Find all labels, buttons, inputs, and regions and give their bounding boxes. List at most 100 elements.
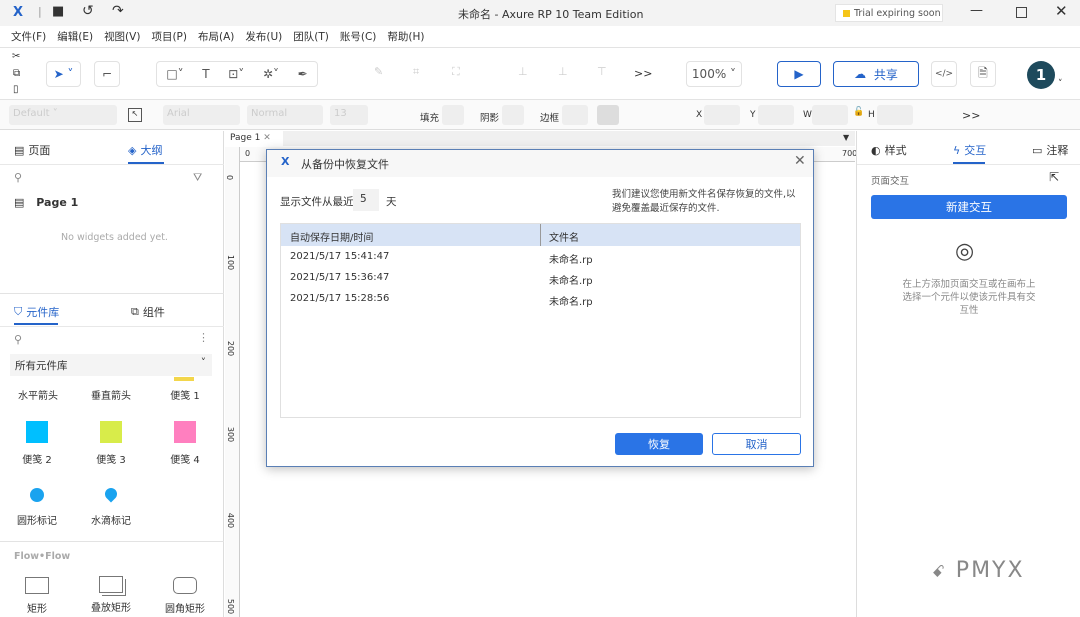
flow-rectangle[interactable]: 矩形 — [2, 577, 72, 615]
connector-tool-button[interactable]: ⌐ — [94, 61, 120, 87]
flow-library-title: Flow•Flow — [14, 551, 70, 562]
right-panel: ◐样式 ϟ交互 ▭注释 页面交互 ⇱ 新建交互 ◎ 在上方添加页面交互或在画布上… — [856, 131, 1080, 617]
zoom-select[interactable]: 100% ˅ — [686, 61, 742, 87]
widget-circle-marker[interactable]: 圆形标记 — [2, 488, 72, 527]
lock-icon[interactable]: 🔓 — [853, 107, 864, 117]
library-search-icon[interactable]: ⚲ — [14, 333, 22, 346]
tab-libraries[interactable]: ⛉元件库 — [14, 304, 59, 320]
menu-help[interactable]: 帮助(H) — [387, 29, 424, 44]
menu-project[interactable]: 项目(P) — [151, 29, 187, 44]
x-input — [704, 105, 740, 125]
table-row[interactable]: 2021/5/17 15:28:56未命名.rp — [281, 289, 800, 310]
search-icon[interactable]: ⚲ — [14, 171, 22, 184]
size-select: 13 — [330, 105, 368, 125]
style-editor-icon[interactable]: ↖ — [128, 108, 142, 122]
axure-logo-icon: X — [281, 155, 289, 168]
redo-icon[interactable]: ↷ — [112, 3, 124, 19]
menu-view[interactable]: 视图(V) — [104, 29, 140, 44]
new-interaction-button[interactable]: 新建交互 — [871, 195, 1067, 219]
days-input[interactable]: 5 — [353, 189, 379, 211]
hotspot-tool-icon[interactable]: ⊡˅ — [228, 67, 244, 81]
copy-icon[interactable]: ⧉ — [13, 68, 20, 79]
restore-from-backup-dialog: X 从备份中恢复文件 ✕ 显示文件从最近 5 天 我们建议您使用新文件名保存恢复… — [266, 149, 814, 467]
w-label: W — [803, 110, 812, 120]
save-icon[interactable]: ■ — [52, 4, 64, 19]
menu-account[interactable]: 账号(C) — [340, 29, 377, 44]
chevron-down-icon: ˅ — [201, 357, 206, 369]
advice-text: 我们建议您使用新文件名保存恢复的文件,以避免覆盖最近保存的文件. — [612, 188, 802, 216]
library-select[interactable]: 所有元件库˅ — [10, 354, 212, 376]
snippet-tool-icon[interactable]: ✲˅ — [263, 67, 279, 81]
dialog-title-bar: X 从备份中恢复文件 ✕ — [267, 150, 813, 177]
border-width — [562, 105, 588, 125]
cut-icon[interactable]: ✂ — [12, 51, 20, 62]
lightning-icon: ϟ — [953, 144, 960, 157]
format-more-button[interactable]: >> — [962, 109, 980, 122]
toolbar-more-button[interactable]: >> — [634, 67, 652, 80]
outline-page-item[interactable]: ▤ Page 1 — [14, 196, 78, 209]
trial-dot-icon — [843, 10, 850, 17]
menu-team[interactable]: 团队(T) — [293, 29, 329, 44]
y-input — [758, 105, 794, 125]
maximize-button[interactable] — [1016, 7, 1027, 18]
undo-icon[interactable]: ↺ — [82, 3, 94, 19]
menu-layout[interactable]: 布局(A) — [198, 29, 234, 44]
dialog-close-button[interactable]: ✕ — [794, 153, 806, 169]
style-icon: ◐ — [871, 144, 881, 157]
tab-outline[interactable]: ◈大纲 — [128, 142, 162, 158]
close-tab-icon[interactable]: ✕ — [263, 133, 271, 143]
table-row[interactable]: 2021/5/17 15:36:47未命名.rp — [281, 268, 800, 289]
widget-drop-marker[interactable]: 水滴标记 — [76, 488, 146, 527]
share-label: 共享 — [874, 66, 898, 83]
select-tool-button[interactable]: ➤ ˅ — [46, 61, 81, 87]
paste-icon[interactable]: ▯ — [13, 84, 19, 95]
outline-icon: ◈ — [128, 144, 136, 157]
menu-edit[interactable]: 编辑(E) — [57, 29, 93, 44]
menu-file[interactable]: 文件(F) — [11, 29, 46, 44]
page-tab[interactable]: Page 1 ✕ — [225, 131, 283, 146]
close-button[interactable]: ✕ — [1055, 2, 1068, 20]
more-options-icon[interactable]: ⋮ — [198, 331, 209, 344]
widget-vertical-arrow[interactable]: 垂直箭头 — [76, 387, 146, 402]
title-bar: X | ■ ↺ ↷ 未命名 - Axure RP 10 Team Edition… — [0, 0, 1080, 26]
document-button[interactable]: 🗎 — [970, 61, 996, 87]
rectangle-tool-icon[interactable]: □˅ — [166, 67, 183, 81]
style-select[interactable]: Default ˅ — [9, 105, 117, 125]
tabs-dropdown-icon[interactable]: ▼ — [843, 133, 849, 142]
widget-sticky-2[interactable]: 便笺 2 — [2, 421, 72, 466]
avatar[interactable]: 1 — [1027, 61, 1055, 89]
preview-button[interactable]: ▶ — [777, 61, 821, 87]
widget-sticky-3[interactable]: 便笺 3 — [76, 421, 146, 466]
tab-pages[interactable]: ▤页面 — [14, 142, 50, 158]
cancel-button[interactable]: 取消 — [712, 433, 801, 455]
page-icon: ▤ — [14, 144, 24, 157]
crop-icon: ⌗ — [413, 65, 419, 79]
flow-stacked-rectangle[interactable]: 叠放矩形 — [76, 576, 146, 614]
tab-components[interactable]: ⧉组件 — [131, 304, 165, 320]
share-button[interactable]: ☁ 共享 — [833, 61, 919, 87]
text-tool-icon[interactable]: T — [202, 67, 209, 81]
tab-style[interactable]: ◐样式 — [871, 142, 907, 158]
widget-sticky-1[interactable]: 便笺 1 — [150, 387, 220, 402]
filter-icon[interactable]: ⛛ — [193, 171, 202, 185]
watermark: ꗃ PMYX — [932, 558, 1025, 583]
widget-sticky-4[interactable]: 便笺 4 — [150, 421, 220, 466]
minimize-button[interactable]: — — [970, 3, 983, 18]
tab-notes[interactable]: ▭注释 — [1032, 142, 1068, 158]
trial-badge[interactable]: Trial expiring soon — [835, 4, 943, 22]
avatar-chevron-down-icon[interactable]: ˅ — [1058, 79, 1063, 89]
table-row[interactable]: 2021/5/17 15:41:47未命名.rp — [281, 246, 800, 268]
pen-tool-icon[interactable]: ✒ — [298, 67, 308, 81]
widget-horizontal-arrow[interactable]: 水平箭头 — [3, 387, 73, 402]
flow-rounded-rectangle[interactable]: 圆角矩形 — [150, 577, 220, 615]
col-header-filename[interactable]: 文件名 — [549, 229, 579, 244]
code-button[interactable]: </> — [931, 61, 957, 87]
tab-interactions[interactable]: ϟ交互 — [953, 142, 986, 158]
weight-select: Normal — [247, 105, 323, 125]
restore-button[interactable]: 恢复 — [615, 433, 703, 455]
col-header-datetime[interactable]: 自动保存日期/时间 — [290, 229, 373, 244]
empty-outline-text: No widgets added yet. — [61, 232, 168, 243]
menu-publish[interactable]: 发布(U) — [245, 29, 282, 44]
format-painter-icon: ✎ — [374, 65, 383, 78]
pop-out-icon[interactable]: ⇱ — [1049, 170, 1059, 184]
